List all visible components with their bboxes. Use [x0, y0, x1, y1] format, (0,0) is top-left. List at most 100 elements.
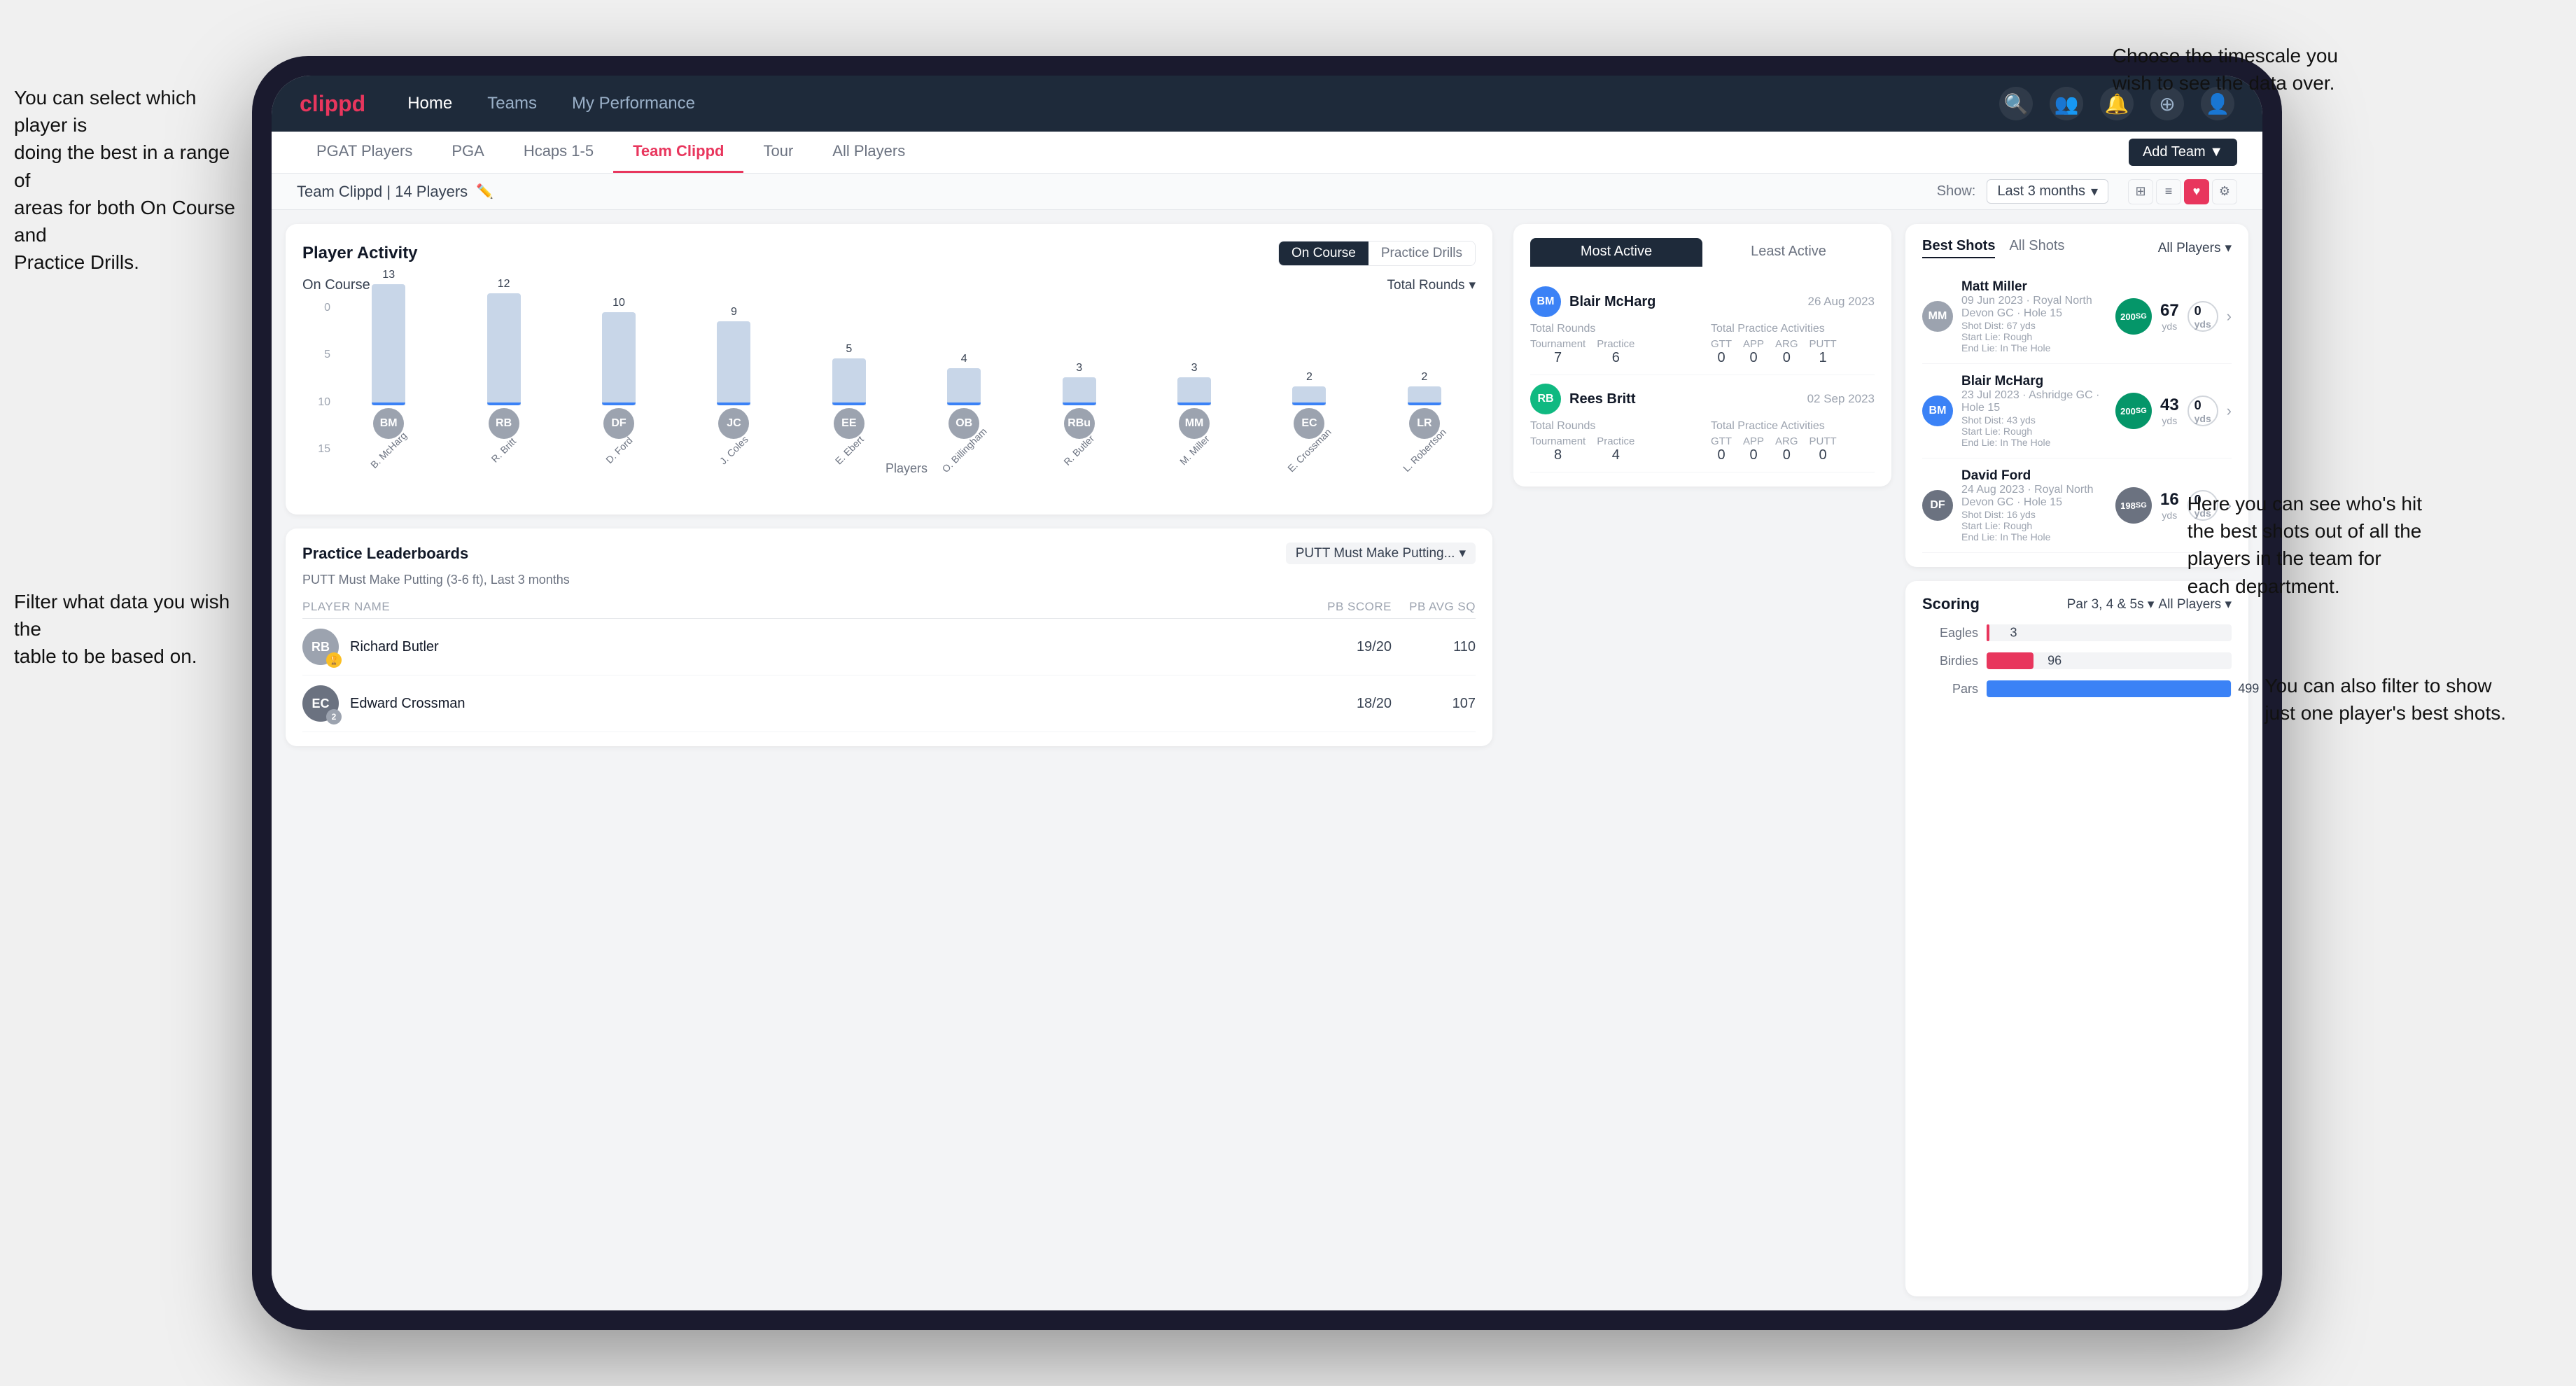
- edit-icon[interactable]: ✏️: [476, 183, 493, 200]
- chevron-right-1: ›: [2227, 307, 2232, 326]
- tournament-stat-1: Tournament 7: [1530, 338, 1586, 366]
- nav-my-performance[interactable]: My Performance: [572, 94, 695, 113]
- middle-panel: Most Active Least Active BM Blair McHarg…: [1506, 210, 1898, 1310]
- app-stat-2: APP 0: [1743, 435, 1764, 463]
- card-view-btn[interactable]: ♥: [2184, 179, 2209, 204]
- arg-value-2: 0: [1775, 447, 1798, 463]
- bar-item[interactable]: [717, 321, 750, 405]
- shot-player-name-1: Matt Miller: [1961, 279, 2107, 295]
- app-logo: clippd: [300, 91, 365, 117]
- bar-item[interactable]: [1177, 377, 1211, 405]
- bar-group: 9 JC J. Coles: [682, 306, 785, 456]
- scoring-bar-label: Eagles: [1922, 626, 1978, 640]
- all-players-filter[interactable]: All Players ▾: [2158, 240, 2232, 256]
- bar-item[interactable]: [832, 358, 866, 405]
- chart-filter-dropdown[interactable]: Total Rounds ▾: [1387, 277, 1476, 293]
- shot-row-2[interactable]: BM Blair McHarg 23 Jul 2023 · Ashridge G…: [1922, 364, 2232, 458]
- bar-item[interactable]: [487, 293, 521, 405]
- tablet-frame: clippd Home Teams My Performance 🔍 👥 🔔 ⊕…: [252, 56, 2282, 1330]
- all-shots-tab[interactable]: All Shots: [2009, 238, 2064, 258]
- best-shots-tab[interactable]: Best Shots: [1922, 238, 1995, 258]
- shot-player-info-2: Blair McHarg 23 Jul 2023 · Ashridge GC ·…: [1961, 374, 2107, 448]
- scoring-filter-1[interactable]: Par 3, 4 & 5s ▾: [2067, 596, 2155, 612]
- arg-stat-2: ARG 0: [1775, 435, 1798, 463]
- tournament-stat-2: Tournament 8: [1530, 435, 1586, 463]
- most-active-date-2: 02 Sep 2023: [1807, 392, 1875, 406]
- rounds-label-2: Total Rounds: [1530, 420, 1694, 433]
- player-full-name-1: Richard Butler: [350, 639, 1308, 655]
- most-active-tab[interactable]: Most Active: [1530, 238, 1702, 267]
- shot-row-1[interactable]: MM Matt Miller 09 Jun 2023 · Royal North…: [1922, 270, 2232, 364]
- par-player-info-2: RB Rees Britt: [1530, 384, 1635, 414]
- practice-drills-toggle[interactable]: Practice Drills: [1368, 241, 1475, 265]
- player-row-2[interactable]: EC 2 Edward Crossman 18/20 107: [302, 676, 1476, 732]
- rounds-stat-row-2: Tournament 8 Practice 4: [1530, 435, 1694, 463]
- gtt-stat-1: GTT 0: [1711, 338, 1732, 366]
- top-nav: clippd Home Teams My Performance 🔍 👥 🔔 ⊕…: [272, 76, 2262, 132]
- shot-player-name-2: Blair McHarg: [1961, 374, 2107, 389]
- settings-view-btn[interactable]: ⚙: [2212, 179, 2237, 204]
- player-row[interactable]: RB 🏆 Richard Butler 19/20 110: [302, 619, 1476, 676]
- subnav-all-players[interactable]: All Players: [813, 132, 925, 173]
- chart-filter-label: Total Rounds: [1387, 278, 1465, 293]
- bar-avatar: RB: [489, 408, 519, 439]
- practice-filter-arrow: ▾: [1459, 545, 1466, 561]
- nav-home[interactable]: Home: [407, 94, 452, 113]
- stats-section-2: Total Rounds Tournament 8 Practice 4: [1530, 420, 1875, 463]
- bar-item[interactable]: [947, 368, 981, 405]
- bar-highlight: [717, 402, 750, 405]
- practice-act-row-1: GTT 0 APP 0 ARG 0: [1711, 338, 1875, 366]
- practice-stat-1: Practice 6: [1597, 338, 1634, 366]
- least-active-tab[interactable]: Least Active: [1702, 238, 1875, 267]
- most-active-name-1: Blair McHarg: [1569, 294, 1656, 310]
- arg-value-1: 0: [1775, 350, 1798, 366]
- shot-row-3[interactable]: DF David Ford 24 Aug 2023 · Royal North …: [1922, 458, 2232, 553]
- bar-item[interactable]: [372, 284, 405, 405]
- col-pb-score: PB SCORE: [1308, 600, 1392, 614]
- subnav-team-clippd[interactable]: Team Clippd: [613, 132, 743, 173]
- bar-group: 5 EE E. Ebert: [798, 343, 900, 456]
- most-active-player-2: RB Rees Britt 02 Sep 2023 Total Rounds T…: [1530, 375, 1875, 472]
- list-view-btn[interactable]: ≡: [2156, 179, 2181, 204]
- scoring-bar-track: 96: [1987, 652, 2232, 669]
- bar-item[interactable]: [602, 312, 636, 405]
- scoring-bar-row: Birdies 96: [1922, 652, 2232, 669]
- bar-item[interactable]: [1292, 386, 1326, 405]
- add-team-button[interactable]: Add Team ▼: [2129, 139, 2237, 166]
- time-filter-dropdown[interactable]: Last 3 months ▾: [1987, 179, 2108, 204]
- nav-teams[interactable]: Teams: [487, 94, 537, 113]
- scoring-bar-fill: 96: [1987, 652, 2033, 669]
- annotation-player-filter: You can also filter to showjust one play…: [2264, 672, 2506, 727]
- practice-value-2: 4: [1597, 447, 1634, 463]
- bar-highlight: [832, 402, 866, 405]
- most-active-avatar-2: RB: [1530, 384, 1561, 414]
- show-label: Show:: [1937, 183, 1976, 200]
- bar-group: 12 RB R. Britt: [452, 278, 554, 456]
- shot-player-info-3: David Ford 24 Aug 2023 · Royal North Dev…: [1961, 468, 2107, 542]
- practice-subtitle: PUTT Must Make Putting (3-6 ft), Last 3 …: [302, 573, 1476, 587]
- most-active-header: Most Active Least Active: [1530, 238, 1875, 267]
- app-stat-1: APP 0: [1743, 338, 1764, 366]
- col-pb-avg: PB AVG SQ: [1392, 600, 1476, 614]
- scoring-title: Scoring: [1922, 595, 1980, 613]
- shot-details-2: 23 Jul 2023 · Ashridge GC · Hole 15: [1961, 389, 2107, 414]
- bar-item[interactable]: [1063, 377, 1096, 405]
- all-players-arrow: ▾: [2225, 240, 2232, 256]
- scoring-bar-track: 499: [1987, 680, 2232, 697]
- search-icon[interactable]: 🔍: [1999, 87, 2033, 120]
- bar-highlight: [1408, 402, 1441, 405]
- bar-chart: 15 10 5 0 13 BM B. McHarg 12 RB R. Britt…: [302, 302, 1476, 498]
- grid-view-btn[interactable]: ⊞: [2128, 179, 2153, 204]
- subnav-pga[interactable]: PGA: [432, 132, 503, 173]
- bar-item[interactable]: [1408, 386, 1441, 405]
- subnav-pgat[interactable]: PGAT Players: [297, 132, 432, 173]
- practice-filter-dropdown[interactable]: PUTT Must Make Putting... ▾: [1286, 542, 1476, 564]
- subnav-hcaps[interactable]: Hcaps 1-5: [504, 132, 613, 173]
- on-course-toggle[interactable]: On Course: [1279, 241, 1368, 265]
- users-icon[interactable]: 👥: [2050, 87, 2083, 120]
- subnav-tour[interactable]: Tour: [743, 132, 813, 173]
- chevron-right-2: ›: [2227, 402, 2232, 420]
- player-avatar-1: RB 🏆: [302, 629, 339, 665]
- shot-player-name-3: David Ford: [1961, 468, 2107, 484]
- scoring-bar-label: Birdies: [1922, 654, 1978, 668]
